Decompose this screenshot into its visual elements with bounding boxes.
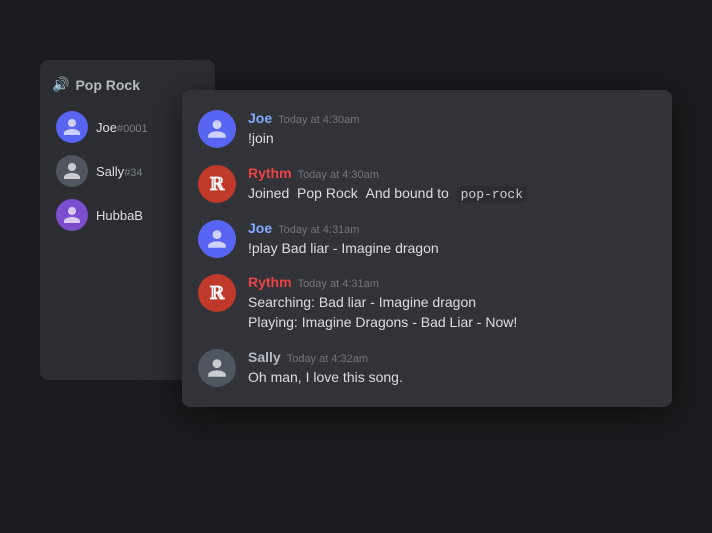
message-list: Joe Today at 4:30am !join ℝ Rythm Today … [198, 110, 656, 387]
msg-timestamp: Today at 4:32am [287, 353, 368, 365]
msg-timestamp: Today at 4:31am [298, 278, 379, 290]
msg-header: Joe Today at 4:30am [248, 110, 656, 126]
avatar-sally [56, 155, 88, 187]
msg-header: Rythm Today at 4:31am [248, 274, 656, 290]
message-item: ℝ Rythm Today at 4:31am Searching: Bad l… [198, 274, 656, 332]
msg-username: Rythm [248, 165, 292, 181]
msg-text: Oh man, I love this song. [248, 368, 656, 388]
msg-content-joe-2: Joe Today at 4:31am !play Bad liar - Ima… [248, 220, 656, 259]
channel-name: Pop Rock [75, 77, 140, 93]
user-item-sally[interactable]: Sally#34 [52, 153, 203, 189]
channel-header: 🔊 Pop Rock [52, 76, 203, 93]
msg-avatar-joe-2 [198, 220, 236, 258]
user-item-joe[interactable]: Joe#0001 [52, 109, 203, 145]
avatar-hubba [56, 199, 88, 231]
user-name-sally: Sally#34 [96, 164, 143, 179]
msg-timestamp: Today at 4:31am [278, 224, 359, 236]
msg-text: Joined Pop Rock And bound to pop-rock [248, 184, 656, 204]
msg-content-rythm-2: Rythm Today at 4:31am Searching: Bad lia… [248, 274, 656, 332]
msg-text: Searching: Bad liar - Imagine dragon Pla… [248, 293, 656, 332]
message-item: ℝ Rythm Today at 4:30am Joined Pop Rock … [198, 165, 656, 204]
msg-timestamp: Today at 4:30am [278, 114, 359, 126]
msg-username: Sally [248, 349, 281, 365]
user-name-hubba: HubbaB [96, 208, 143, 223]
speaker-icon: 🔊 [52, 76, 69, 93]
msg-text: !join [248, 129, 656, 149]
msg-content-rythm-1: Rythm Today at 4:30am Joined Pop Rock An… [248, 165, 656, 204]
msg-timestamp: Today at 4:30am [298, 169, 379, 181]
message-item: Joe Today at 4:30am !join [198, 110, 656, 149]
user-name-joe: Joe#0001 [96, 120, 148, 135]
msg-header: Rythm Today at 4:30am [248, 165, 656, 181]
msg-username: Joe [248, 220, 272, 236]
msg-avatar-rythm-1: ℝ [198, 165, 236, 203]
msg-username: Rythm [248, 274, 292, 290]
msg-content-sally: Sally Today at 4:32am Oh man, I love thi… [248, 349, 656, 388]
user-item-hubba[interactable]: HubbaB [52, 197, 203, 233]
avatar-joe [56, 111, 88, 143]
message-item: Joe Today at 4:31am !play Bad liar - Ima… [198, 220, 656, 259]
msg-header: Joe Today at 4:31am [248, 220, 656, 236]
chat-panel: Joe Today at 4:30am !join ℝ Rythm Today … [182, 90, 672, 407]
msg-content-joe-1: Joe Today at 4:30am !join [248, 110, 656, 149]
msg-avatar-joe-1 [198, 110, 236, 148]
voice-user-list: Joe#0001 Sally#34 HubbaB [52, 109, 203, 233]
msg-avatar-rythm-2: ℝ [198, 274, 236, 312]
msg-avatar-sally [198, 349, 236, 387]
msg-text: !play Bad liar - Imagine dragon [248, 239, 656, 259]
msg-username: Joe [248, 110, 272, 126]
message-item: Sally Today at 4:32am Oh man, I love thi… [198, 349, 656, 388]
inline-code: pop-rock [457, 186, 527, 203]
msg-header: Sally Today at 4:32am [248, 349, 656, 365]
